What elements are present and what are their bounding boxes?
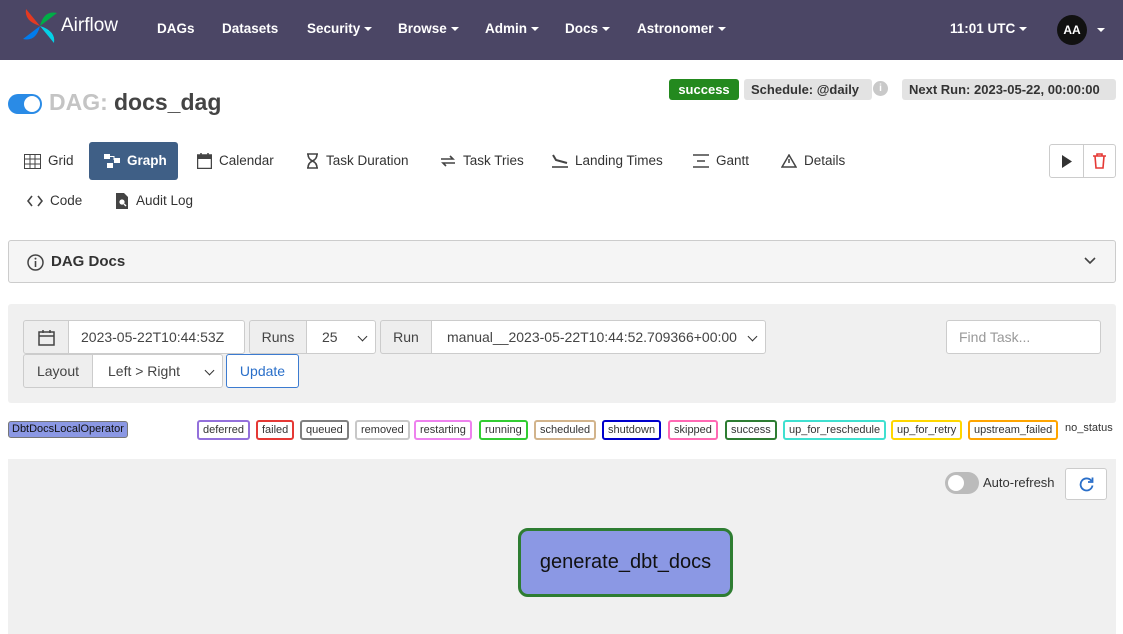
nav-astronomer[interactable]: Astronomer (637, 21, 726, 36)
dag-status-badge: success (669, 79, 739, 100)
user-avatar[interactable]: AA (1057, 15, 1087, 45)
schedule-badge: Schedule: @daily (744, 79, 872, 100)
calendar-icon (38, 330, 55, 346)
legend-state-up-for-reschedule[interactable]: up_for_reschedule (783, 420, 887, 440)
brand-name[interactable]: Airflow (61, 15, 118, 37)
tab-audit-log[interactable]: Audit Log (115, 182, 193, 220)
nav-docs[interactable]: Docs (565, 21, 611, 36)
retry-icon (441, 155, 455, 168)
timezone-menu[interactable]: 11:01 UTC (950, 21, 1028, 36)
button-separator (1083, 145, 1084, 177)
legend-state-no-status[interactable]: no_status (1065, 422, 1113, 434)
warning-triangle-icon (781, 154, 797, 169)
runs-label: Runs (249, 320, 307, 354)
run-id-value: manual__2023-05-22T10:44:52.709366+00:00 (447, 329, 737, 345)
tab-task-tries[interactable]: Task Tries (440, 142, 524, 180)
legend-operator[interactable]: DbtDocsLocalOperator (8, 421, 128, 438)
chevron-down-icon (747, 331, 758, 342)
layout-label: Layout (23, 354, 93, 388)
legend-state-deferred[interactable]: deferred (197, 420, 250, 440)
tab-graph[interactable]: Graph (89, 142, 178, 180)
dag-docs-title: DAG Docs (51, 253, 126, 270)
dag-action-buttons (1049, 144, 1116, 178)
tab-gantt[interactable]: Gantt (693, 142, 749, 180)
legend-state-restarting[interactable]: restarting (414, 420, 472, 440)
plane-landing-icon (552, 154, 568, 169)
run-label: Run (380, 320, 432, 354)
nav-browse[interactable]: Browse (398, 21, 459, 36)
auto-refresh-toggle[interactable] (945, 472, 979, 494)
audit-log-icon (116, 193, 128, 210)
chevron-down-icon (357, 331, 368, 342)
tab-grid[interactable]: Grid (24, 142, 74, 180)
chevron-down-icon[interactable] (1084, 257, 1096, 265)
chevron-down-icon (1019, 27, 1028, 32)
info-circle-icon (27, 254, 44, 271)
tab-calendar[interactable]: Calendar (197, 142, 274, 180)
nav-admin[interactable]: Admin (485, 21, 539, 36)
auto-refresh-label: Auto-refresh (983, 475, 1055, 490)
calendar-picker-button[interactable] (23, 320, 69, 354)
legend-state-failed[interactable]: failed (256, 420, 295, 440)
tab-task-duration[interactable]: Task Duration (306, 142, 409, 180)
refresh-button[interactable] (1065, 468, 1107, 500)
legend-state-removed[interactable]: removed (355, 420, 410, 440)
refresh-icon (1079, 477, 1094, 492)
chevron-down-icon (450, 27, 459, 32)
user-menu-chevron-icon[interactable] (1097, 28, 1105, 32)
delete-dag-trash-icon[interactable] (1093, 153, 1106, 169)
hourglass-icon (307, 153, 318, 170)
graph-canvas[interactable]: Auto-refresh generate_dbt_docs (8, 459, 1116, 634)
tab-code[interactable]: Code (27, 182, 82, 220)
tab-details[interactable]: Details (781, 142, 845, 180)
legend-state-upstream-failed[interactable]: upstream_failed (968, 420, 1059, 440)
calendar-icon (197, 153, 212, 170)
info-icon[interactable]: i (873, 81, 888, 96)
runs-count-value: 25 (322, 329, 338, 345)
layout-select[interactable]: Left > Right (92, 354, 223, 388)
task-node[interactable]: generate_dbt_docs (518, 528, 733, 597)
nav-dags[interactable]: DAGs (157, 21, 195, 36)
airflow-logo-icon[interactable] (22, 7, 58, 45)
dag-docs-panel[interactable]: DAG Docs (8, 240, 1116, 283)
nav-datasets[interactable]: Datasets (222, 21, 278, 36)
layout-value: Left > Right (108, 363, 180, 379)
gantt-icon (693, 154, 709, 169)
next-run-badge: Next Run: 2023-05-22, 00:00:00 (902, 79, 1116, 100)
dag-pause-toggle[interactable] (8, 94, 42, 114)
grid-icon (24, 153, 41, 169)
chevron-down-icon (531, 27, 539, 32)
nav-security[interactable]: Security (307, 21, 373, 36)
trigger-dag-play-icon[interactable] (1061, 155, 1073, 168)
tab-landing-times[interactable]: Landing Times (552, 142, 663, 180)
graph-filter-bar: 2023-05-22T10:44:53Z Runs 25 Run manual_… (8, 304, 1116, 403)
code-icon (27, 195, 43, 207)
dag-prefix-label: DAG: (49, 89, 108, 115)
legend-state-scheduled[interactable]: scheduled (534, 420, 597, 440)
chevron-down-icon (717, 27, 726, 32)
legend-state-skipped[interactable]: skipped (668, 420, 718, 440)
dag-title: docs_dag (114, 89, 222, 115)
execution-date-input[interactable]: 2023-05-22T10:44:53Z (68, 320, 245, 354)
run-id-select[interactable]: manual__2023-05-22T10:44:52.709366+00:00 (431, 320, 766, 354)
update-button[interactable]: Update (226, 354, 299, 388)
runs-count-select[interactable]: 25 (306, 320, 376, 354)
chevron-down-icon (602, 27, 611, 32)
legend-state-queued[interactable]: queued (300, 420, 349, 440)
legend-state-success[interactable]: success (725, 420, 777, 440)
top-navbar: Airflow DAGs Datasets Security Browse Ad… (0, 0, 1123, 60)
chevron-down-icon (364, 27, 373, 32)
find-task-input[interactable]: Find Task... (946, 320, 1101, 354)
chevron-down-icon (204, 365, 215, 376)
legend-state-shutdown[interactable]: shutdown (602, 420, 662, 440)
legend-state-running[interactable]: running (479, 420, 528, 440)
legend-state-up-for-retry[interactable]: up_for_retry (891, 420, 963, 440)
graph-icon (104, 154, 120, 169)
